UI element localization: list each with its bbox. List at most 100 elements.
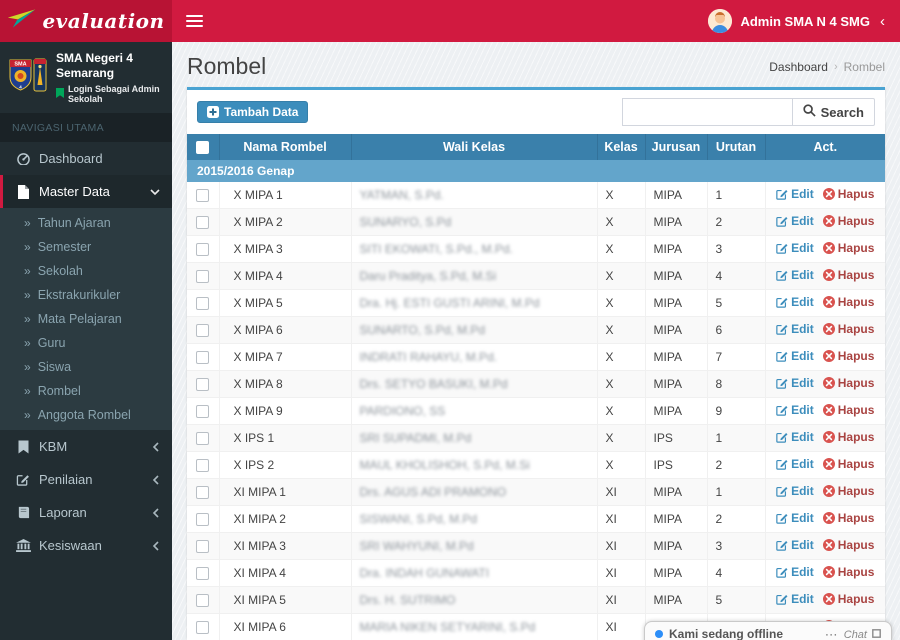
sidebar-item-kbm[interactable]: KBM: [0, 430, 172, 463]
sidebar-item-penilaian[interactable]: Penilaian: [0, 463, 172, 496]
hapus-button[interactable]: Hapus: [822, 484, 874, 498]
edit-button[interactable]: Edit: [776, 322, 814, 336]
cell-kelas: X: [597, 262, 646, 291]
cell-jurusan: MIPA: [645, 505, 708, 534]
hapus-button[interactable]: Hapus: [822, 430, 874, 444]
edit-button[interactable]: Edit: [776, 457, 814, 471]
col-header-nama-rombel[interactable]: Nama Rombel: [219, 134, 352, 161]
edit-button[interactable]: Edit: [776, 187, 814, 201]
sidebar-item-label: Penilaian: [39, 472, 93, 487]
edit-button[interactable]: Edit: [776, 295, 814, 309]
hapus-button[interactable]: Hapus: [822, 241, 874, 255]
sidebar-subitem-mata-pelajaran[interactable]: » Mata Pelajaran: [0, 307, 172, 331]
sidebar-item-laporan[interactable]: Laporan: [0, 496, 172, 529]
edit-button[interactable]: Edit: [776, 268, 814, 282]
hapus-button[interactable]: Hapus: [822, 268, 874, 282]
edit-button[interactable]: Edit: [776, 403, 814, 417]
edit-button[interactable]: Edit: [776, 565, 814, 579]
hapus-button[interactable]: Hapus: [822, 295, 874, 309]
row-checkbox[interactable]: [196, 351, 210, 365]
hapus-button[interactable]: Hapus: [822, 457, 874, 471]
angle-double-right-icon: »: [24, 408, 31, 422]
search-button[interactable]: Search: [791, 98, 875, 126]
row-checkbox[interactable]: [196, 216, 210, 230]
sidebar-item-master-data[interactable]: Master Data: [0, 175, 172, 208]
sidebar-subitem-tahun-ajaran[interactable]: » Tahun Ajaran: [0, 211, 172, 235]
row-checkbox[interactable]: [196, 378, 210, 392]
hapus-button[interactable]: Hapus: [822, 592, 874, 606]
sidebar-item-dashboard[interactable]: Dashboard: [0, 142, 172, 175]
edit-button[interactable]: Edit: [776, 241, 814, 255]
sidebar-subitem-sekolah[interactable]: » Sekolah: [0, 259, 172, 283]
sidebar-subitem-label: Semester: [37, 240, 92, 254]
brand-logo[interactable]: evaluation: [0, 0, 172, 42]
hapus-button[interactable]: Hapus: [822, 322, 874, 336]
col-header-wali-kelas[interactable]: Wali Kelas: [351, 134, 598, 161]
edit-button[interactable]: Edit: [776, 430, 814, 444]
sidebar-subitem-ekstrakurikuler[interactable]: » Ekstrakurikuler: [0, 283, 172, 307]
row-checkbox[interactable]: [196, 459, 210, 473]
add-data-button[interactable]: Tambah Data: [197, 101, 309, 123]
row-checkbox[interactable]: [196, 513, 210, 527]
search-input[interactable]: [621, 98, 792, 126]
sidebar-item-kesiswaan[interactable]: Kesiswaan: [0, 529, 172, 562]
table-row: XI MIPA 4 Dra. INDAH GUNAWATI XI MIPA 4 …: [187, 559, 885, 588]
hapus-button[interactable]: Hapus: [822, 511, 874, 525]
row-checkbox[interactable]: [196, 594, 210, 608]
cell-urutan: 3: [707, 532, 766, 561]
edit-button[interactable]: Edit: [776, 538, 814, 552]
row-checkbox[interactable]: [196, 243, 210, 257]
row-checkbox[interactable]: [196, 405, 210, 419]
col-header-urutan[interactable]: Urutan: [707, 134, 766, 161]
hapus-button[interactable]: Hapus: [822, 187, 874, 201]
sidebar-subitem-semester[interactable]: » Semester: [0, 235, 172, 259]
sidebar-subitem-anggota-rombel[interactable]: » Anggota Rombel: [0, 403, 172, 427]
cell-wali-kelas: Drs. H. SUTRIMO: [359, 593, 456, 608]
hapus-button[interactable]: Hapus: [822, 214, 874, 228]
col-header-kelas[interactable]: Kelas: [597, 134, 646, 161]
edit-button[interactable]: Edit: [776, 214, 814, 228]
user-menu[interactable]: Admin SMA N 4 SMG ‹: [693, 0, 900, 42]
sidebar-toggle-icon[interactable]: [172, 0, 216, 42]
sidebar-subitem-rombel[interactable]: » Rombel: [0, 379, 172, 403]
hapus-button[interactable]: Hapus: [822, 403, 874, 417]
sidebar-subitem-guru[interactable]: » Guru: [0, 331, 172, 355]
hapus-button[interactable]: Hapus: [822, 376, 874, 390]
row-checkbox[interactable]: [196, 189, 210, 203]
chat-menu-icon[interactable]: ⋯: [825, 627, 839, 640]
col-header-jurusan[interactable]: Jurusan: [645, 134, 708, 161]
edit-button[interactable]: Edit: [776, 511, 814, 525]
select-all-checkbox[interactable]: [196, 141, 210, 155]
delete-icon: [822, 215, 835, 228]
row-checkbox[interactable]: [196, 567, 210, 581]
row-checkbox[interactable]: [196, 621, 210, 635]
edit-button[interactable]: Edit: [776, 484, 814, 498]
hapus-button[interactable]: Hapus: [822, 565, 874, 579]
row-checkbox[interactable]: [196, 297, 210, 311]
delete-icon: [822, 566, 835, 579]
hapus-button[interactable]: Hapus: [822, 349, 874, 363]
file-icon: [15, 184, 31, 199]
cell-urutan: 2: [707, 208, 766, 237]
breadcrumb-separator-icon: ›: [833, 60, 838, 73]
cell-jurusan: MIPA: [645, 235, 708, 264]
edit-button[interactable]: Edit: [776, 376, 814, 390]
row-checkbox[interactable]: [196, 540, 210, 554]
period-group-label: 2015/2016 Genap: [187, 160, 885, 183]
edit-button[interactable]: Edit: [776, 592, 814, 606]
row-checkbox[interactable]: [196, 486, 210, 500]
delete-icon: [822, 377, 835, 390]
row-checkbox[interactable]: [196, 270, 210, 284]
cell-wali-kelas: SISWANI, S.Pd, M.Pd: [359, 512, 478, 527]
chat-window-icon[interactable]: [872, 629, 881, 640]
edit-button[interactable]: Edit: [776, 349, 814, 363]
cell-wali-kelas: YATMAN, S.Pd.: [359, 188, 444, 203]
chat-widget[interactable]: Kami sedang offline ⋯ Chat: [644, 621, 892, 640]
hapus-button[interactable]: Hapus: [822, 538, 874, 552]
cell-jurusan: MIPA: [645, 478, 708, 507]
breadcrumb-dashboard[interactable]: Dashboard: [769, 60, 828, 74]
row-checkbox[interactable]: [196, 432, 210, 446]
sidebar-subitem-siswa[interactable]: » Siswa: [0, 355, 172, 379]
pencil-square-icon: [15, 473, 31, 487]
row-checkbox[interactable]: [196, 324, 210, 338]
